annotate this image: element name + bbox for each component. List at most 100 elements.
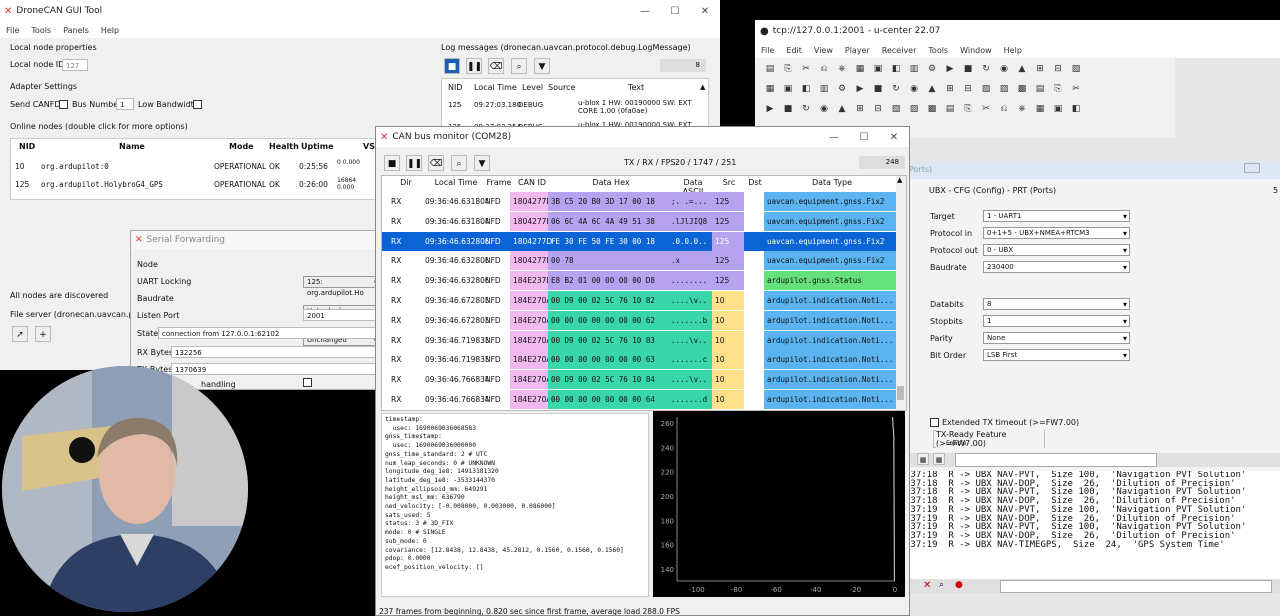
toolbar-icon[interactable]: ▦ — [763, 82, 777, 96]
toolbar-icon[interactable]: ▤ — [1033, 82, 1047, 96]
cfg-select[interactable]: 1 — [983, 315, 1130, 327]
toolbar-icon[interactable]: ⚙ — [925, 62, 939, 76]
can-frame-row[interactable]: RX 09:36:46.766834 NFD 184E270A 00 D9 00 02 … — [382, 370, 898, 390]
console-find-icon[interactable]: ⌕ — [939, 580, 944, 590]
toolbar-icon[interactable]: ⊞ — [943, 82, 957, 96]
scroll-thumb[interactable] — [897, 386, 904, 400]
can-col-header[interactable]: Src — [716, 178, 742, 187]
menu-item[interactable]: Panels — [57, 26, 95, 35]
can-pause-icon[interactable]: ❚❚ — [406, 155, 422, 171]
menu-item[interactable]: Tools — [25, 26, 57, 35]
toolbar-icon[interactable]: ⎘ — [781, 62, 795, 76]
toolbar-icon[interactable]: ▤ — [763, 62, 777, 76]
toolbar-icon[interactable]: ⎈ — [835, 62, 849, 76]
toolbar-icon[interactable]: ▩ — [925, 102, 939, 116]
can-frame-row[interactable]: RX 09:36:46.631804 NFD 1804277D 3B C5 20 B0 … — [382, 192, 898, 211]
cfg-select[interactable]: None — [983, 332, 1130, 344]
toolbar-icon[interactable]: ↻ — [979, 62, 993, 76]
toolbar-icon[interactable]: ⎘ — [961, 102, 975, 116]
log-trash-icon[interactable]: ⌫ — [488, 58, 504, 74]
toolbar-icon[interactable]: ▧ — [889, 102, 903, 116]
can-col-header[interactable]: Data Hex — [552, 178, 670, 187]
log-scroll-up-icon[interactable]: ▲ — [700, 83, 705, 91]
console-filter-input[interactable] — [955, 453, 1157, 467]
ext-timeout-checkbox[interactable] — [930, 418, 939, 427]
toolbar-icon[interactable]: ▥ — [907, 62, 921, 76]
can-frame-row[interactable]: RX 09:36:46.672803 NFD 184E270A 00 00 00 00 … — [382, 310, 898, 330]
console-tool-icon[interactable]: ▦ — [917, 453, 929, 465]
toolbar-icon[interactable]: ■ — [781, 102, 795, 116]
log-filter-icon[interactable]: ▼ — [534, 58, 550, 74]
handling-checkbox[interactable] — [303, 378, 312, 387]
menu-item[interactable]: Receiver — [876, 46, 923, 55]
toolbar-icon[interactable]: ■ — [871, 82, 885, 96]
can-col-header[interactable]: Dir — [392, 178, 420, 187]
toolbar-icon[interactable]: ↻ — [799, 102, 813, 116]
local-node-id-field[interactable]: 127 — [62, 59, 88, 71]
can-filter-icon[interactable]: ▼ — [474, 155, 490, 171]
node-select[interactable]: 125: org.ardupilot.Ho — [303, 276, 379, 297]
toolbar-icon[interactable]: ⊞ — [853, 102, 867, 116]
can-frame-row[interactable]: RX 09:36:46.719833 NFD 184E270A 00 D9 00 02 … — [382, 330, 898, 350]
scroll-up-icon[interactable]: ▲ — [897, 176, 902, 184]
log-row[interactable]: 125 09:27:03.180 DEBUG u-blox 1 HW: 0019000… — [442, 99, 702, 119]
toolbar-icon[interactable]: ■ — [961, 62, 975, 76]
menu-item[interactable]: Help — [95, 26, 125, 35]
cfg-select[interactable]: 8 — [983, 298, 1130, 310]
can-close-button[interactable]: ✕ — [879, 132, 909, 143]
menu-item[interactable]: Tools — [922, 46, 954, 55]
toolbar-icon[interactable]: ◧ — [889, 62, 903, 76]
toolbar-icon[interactable]: ▣ — [781, 82, 795, 96]
ports-min-button[interactable] — [1244, 163, 1260, 173]
menu-item[interactable]: Help — [998, 46, 1028, 55]
toolbar-icon[interactable]: ⊟ — [871, 102, 885, 116]
toolbar-icon[interactable]: ◉ — [907, 82, 921, 96]
can-col-header[interactable]: Data Type — [768, 178, 896, 187]
toolbar-icon[interactable]: ▥ — [817, 82, 831, 96]
toolbar-icon[interactable]: ▦ — [1033, 102, 1047, 116]
toolbar-icon[interactable]: ▲ — [925, 82, 939, 96]
menu-item[interactable]: File — [0, 26, 25, 35]
cfg-select[interactable]: 230400 — [983, 261, 1130, 273]
console-stop-icon[interactable]: ● — [955, 580, 963, 590]
toolbar-icon[interactable]: ◉ — [817, 102, 831, 116]
menu-item[interactable]: Edit — [780, 46, 808, 55]
can-scrollbar[interactable]: ▲ — [896, 176, 906, 410]
toolbar-icon[interactable]: ⎌ — [997, 102, 1011, 116]
console-clear-icon[interactable]: ✕ — [923, 580, 931, 591]
log-record-icon[interactable]: ■ — [444, 58, 460, 74]
can-frame-row[interactable]: RX 09:36:46.632806 NFD 184E237D E8 B2 01 00 … — [382, 271, 898, 291]
toolbar-icon[interactable]: ▶ — [943, 62, 957, 76]
menu-item[interactable]: Player — [839, 46, 876, 55]
can-minimize-button[interactable]: — — [819, 132, 849, 143]
toolbar-icon[interactable]: ▨ — [907, 102, 921, 116]
toolbar-icon[interactable]: ▶ — [853, 82, 867, 96]
cfg-select[interactable]: LSB First — [983, 349, 1130, 361]
bus-number-spinner[interactable]: 1 — [116, 98, 134, 110]
toolbar-icon[interactable]: ◧ — [799, 82, 813, 96]
maximize-button[interactable]: ☐ — [660, 6, 690, 17]
toolbar-icon[interactable]: ✂ — [1069, 82, 1083, 96]
can-col-header[interactable]: CAN ID — [514, 178, 550, 187]
toolbar-icon[interactable]: ▲ — [1015, 62, 1029, 76]
menu-item[interactable]: Window — [954, 46, 998, 55]
toolbar-icon[interactable]: ↻ — [889, 82, 903, 96]
toolbar-icon[interactable]: ▦ — [853, 62, 867, 76]
toolbar-icon[interactable]: ▲ — [835, 102, 849, 116]
log-pause-icon[interactable]: ❚❚ — [466, 58, 482, 74]
can-frame-row[interactable]: RX 09:36:46.766834 NFD 184E270A 00 00 00 00 … — [382, 390, 898, 409]
cfg-select[interactable]: 0 - UBX — [983, 244, 1130, 256]
node-row[interactable]: 125 org.ardupilot.HolybroG4_GPS OPERATIONA… — [11, 177, 376, 193]
toolbar-icon[interactable]: ◧ — [1069, 102, 1083, 116]
toolbar-icon[interactable]: ▣ — [871, 62, 885, 76]
add-icon[interactable]: + — [35, 326, 51, 342]
can-frames-table[interactable]: DirLocal TimeFrameCAN IDData HexData ASC… — [381, 175, 907, 411]
toolbar-icon[interactable]: ⎘ — [1051, 82, 1065, 96]
console-tool2-icon[interactable]: ▦ — [933, 453, 945, 465]
toolbar-icon[interactable]: ▤ — [943, 102, 957, 116]
node-row[interactable]: 10 org.ardupilot:0 OPERATIONAL OK 0:25:56 0 0… — [11, 159, 376, 175]
nodes-table[interactable]: NID Name Mode Health Uptime VS 10 org.ard… — [10, 138, 377, 200]
can-record-icon[interactable]: ■ — [384, 155, 400, 171]
can-maximize-button[interactable]: ☐ — [849, 132, 879, 143]
toolbar-icon[interactable]: ✂ — [979, 102, 993, 116]
